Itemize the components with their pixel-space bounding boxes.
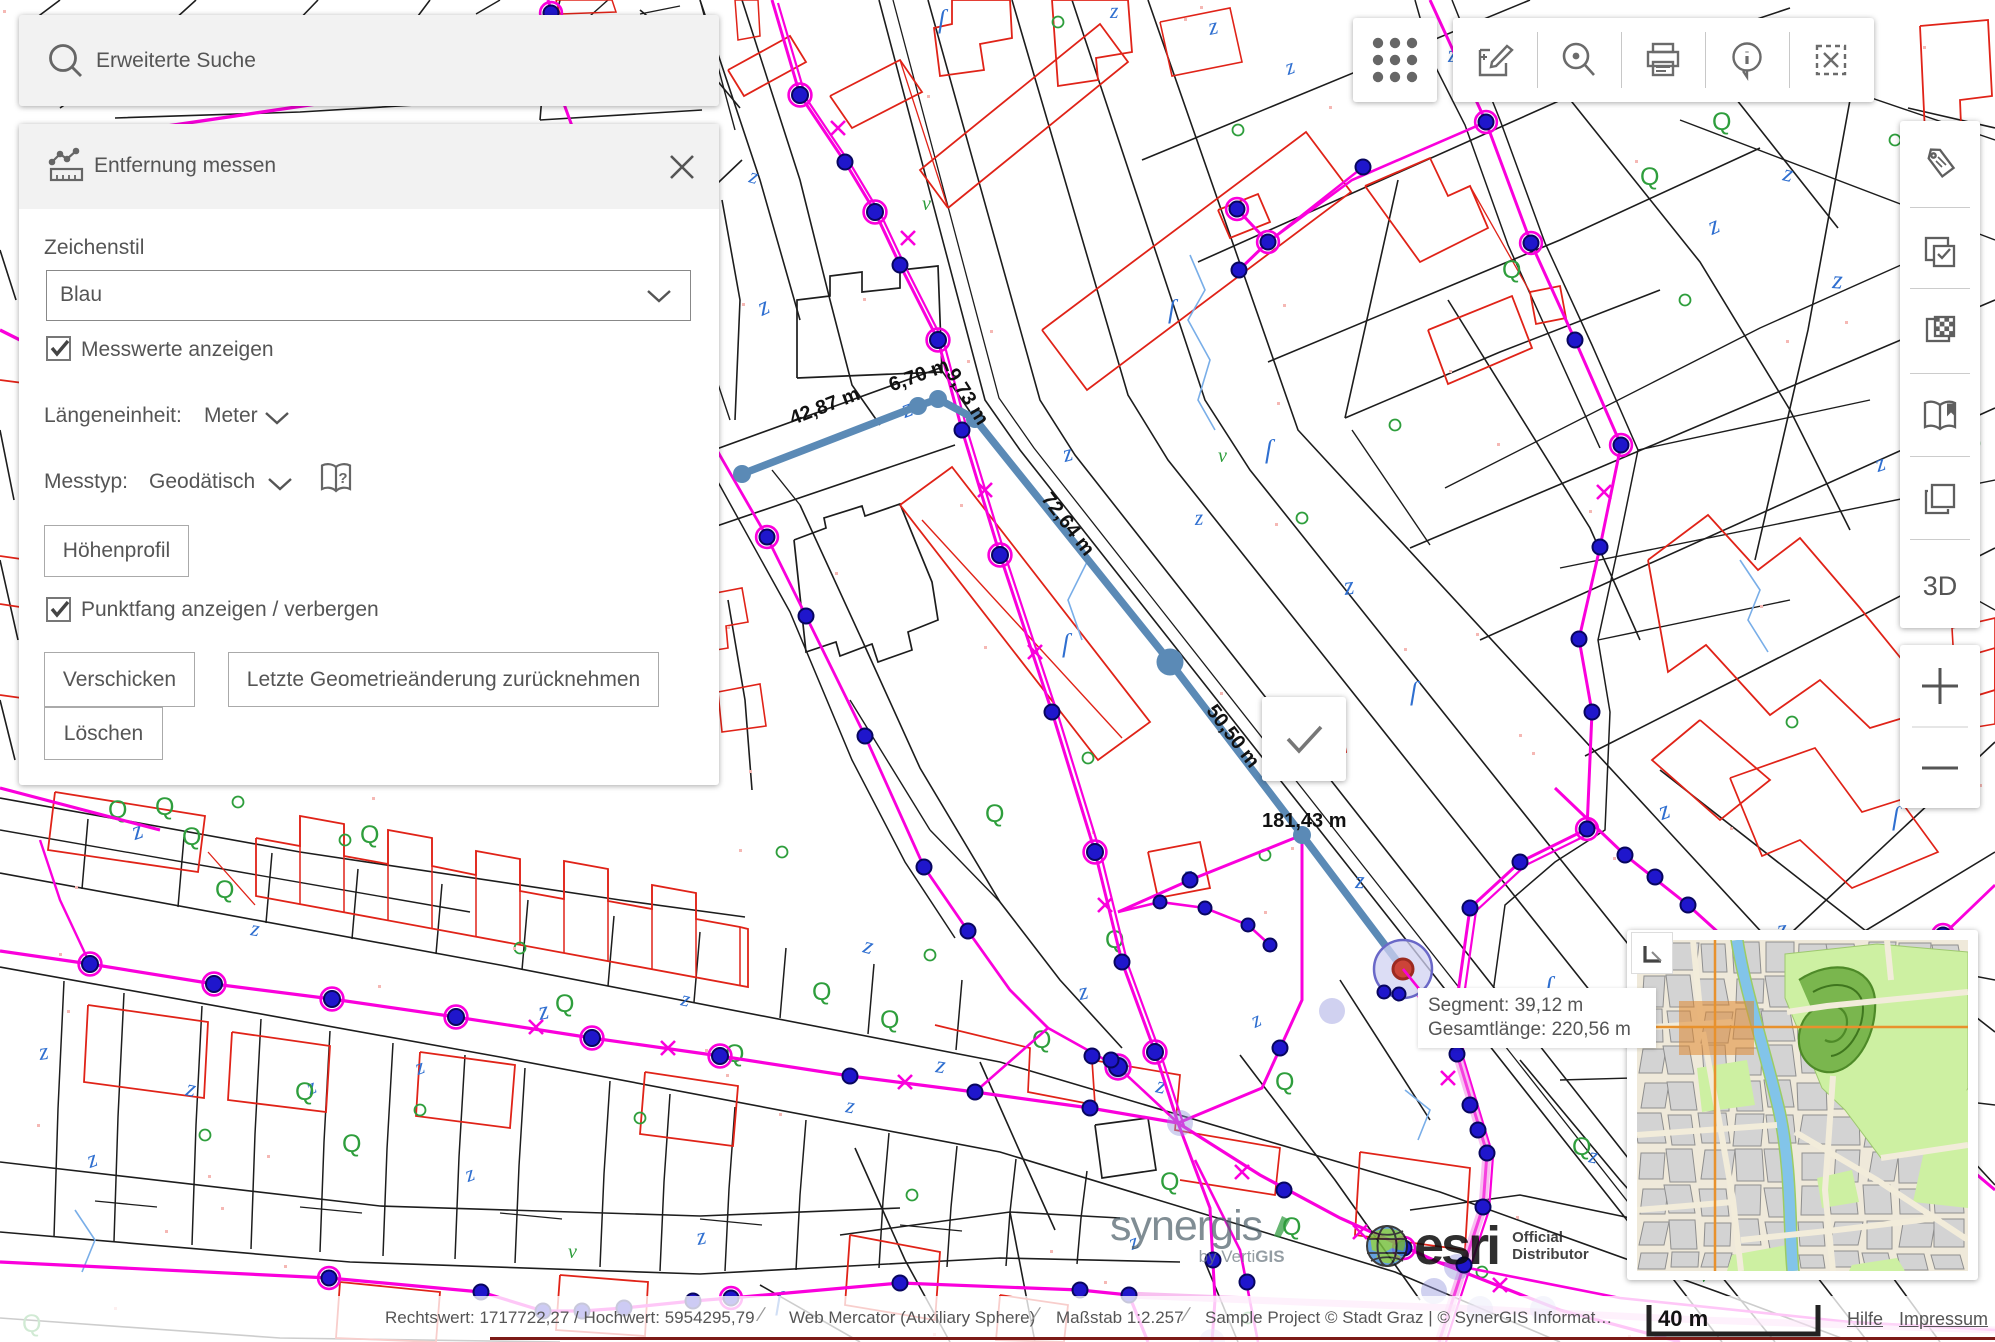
svg-text:Q: Q xyxy=(880,1006,899,1034)
svg-text:42,87 m: 42,87 m xyxy=(787,383,863,430)
svg-text:z: z xyxy=(1075,978,1091,1006)
svg-text:z: z xyxy=(752,291,774,322)
svg-text:z: z xyxy=(460,1160,478,1187)
svg-text:Q: Q xyxy=(1160,1168,1179,1196)
svg-text:z: z xyxy=(1281,53,1299,80)
svg-text:Q: Q xyxy=(155,793,174,821)
svg-text:z: z xyxy=(183,1075,199,1103)
svg-text:z: z xyxy=(843,1092,857,1118)
svg-text:Q: Q xyxy=(360,821,379,849)
svg-text:Q: Q xyxy=(215,876,234,904)
svg-text:v: v xyxy=(922,193,931,215)
svg-text:z: z xyxy=(1341,571,1356,601)
svg-text:z: z xyxy=(410,1053,428,1080)
svg-text:v: v xyxy=(1218,445,1227,467)
svg-text:z: z xyxy=(678,985,693,1012)
svg-text:Q: Q xyxy=(812,978,831,1006)
svg-text:Q: Q xyxy=(182,823,201,851)
svg-text:ſ: ſ xyxy=(1265,435,1276,464)
svg-text:?: ? xyxy=(338,470,347,487)
svg-text:z: z xyxy=(1871,450,1889,478)
svg-text:z: z xyxy=(1354,868,1366,894)
svg-text:z: z xyxy=(1205,13,1221,41)
svg-text:Q: Q xyxy=(1572,1133,1591,1161)
svg-text:z: z xyxy=(693,1223,709,1251)
svg-text:Q: Q xyxy=(985,800,1004,828)
svg-text:Q: Q xyxy=(295,1078,314,1106)
svg-text:v: v xyxy=(568,1241,577,1263)
svg-text:z: z xyxy=(1246,1006,1266,1033)
svg-text:50,50 m: 50,50 m xyxy=(1202,701,1264,773)
svg-text:z: z xyxy=(1193,505,1204,530)
svg-text:ſ: ſ xyxy=(1062,629,1073,658)
svg-text:z: z xyxy=(746,162,762,189)
svg-text:72,64 m: 72,64 m xyxy=(1037,489,1099,561)
svg-text:z: z xyxy=(36,1039,51,1066)
svg-text:z: z xyxy=(1702,210,1724,241)
svg-text:z: z xyxy=(1780,160,1797,188)
svg-text:ſ: ſ xyxy=(938,5,949,34)
svg-text:Q: Q xyxy=(1275,1068,1294,1096)
svg-text:Q: Q xyxy=(342,1130,361,1158)
svg-text:z: z xyxy=(83,1146,102,1174)
svg-text:181,43 m: 181,43 m xyxy=(1262,810,1347,832)
svg-text:ſ: ſ xyxy=(1168,295,1179,324)
svg-text:Q: Q xyxy=(555,990,574,1018)
svg-text:z: z xyxy=(859,932,876,960)
svg-text:z: z xyxy=(1109,0,1119,23)
svg-text:Q: Q xyxy=(1502,256,1521,284)
svg-text:z: z xyxy=(1653,795,1673,826)
svg-text:z: z xyxy=(127,815,147,846)
svg-text:Q: Q xyxy=(1640,163,1659,191)
svg-text:z: z xyxy=(933,1052,948,1079)
svg-text:Q: Q xyxy=(1712,108,1731,136)
svg-text:z: z xyxy=(1831,265,1844,295)
